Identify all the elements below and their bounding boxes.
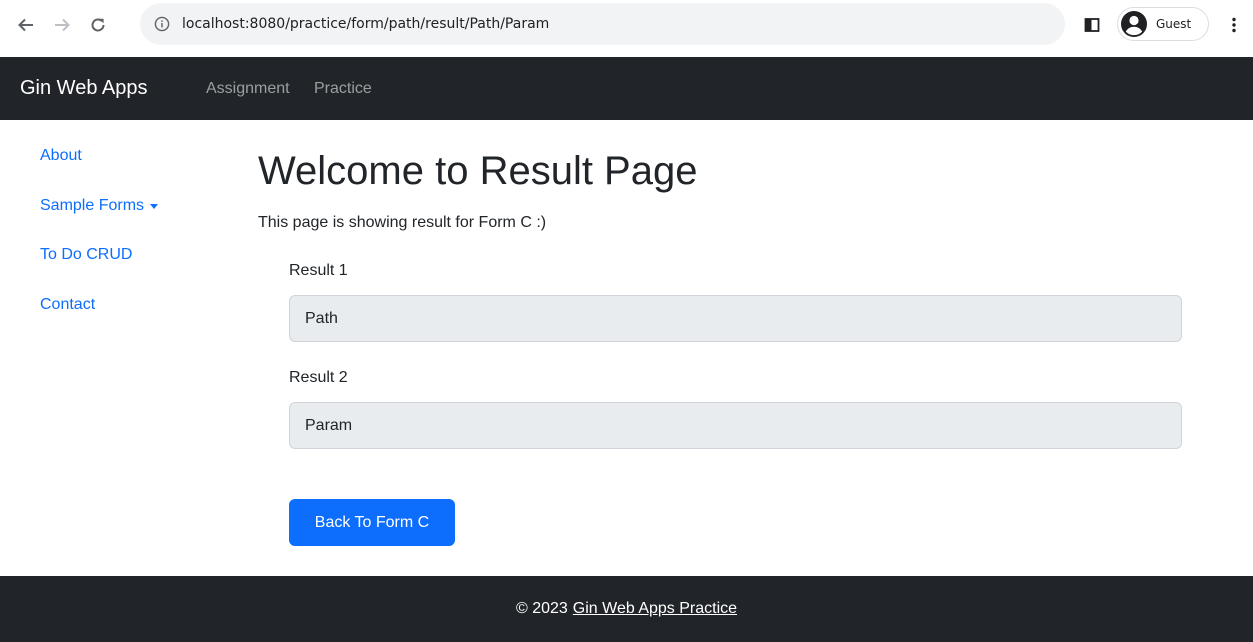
sidebar-item-label: To Do CRUD (40, 246, 133, 263)
footer-link[interactable]: Gin Web Apps Practice (573, 600, 737, 618)
back-arrow-icon[interactable] (14, 13, 38, 37)
result-1-field[interactable] (289, 295, 1182, 342)
avatar-icon (1120, 10, 1148, 38)
sidebar-item-about[interactable]: About (40, 144, 82, 168)
sidebar-item-sample-forms[interactable]: Sample Forms (40, 194, 159, 218)
navbar-brand[interactable]: Gin Web Apps (20, 57, 147, 120)
sidebar-item-label: Contact (40, 296, 96, 313)
profile-label: Guest (1156, 17, 1192, 31)
more-menu-icon[interactable] (1222, 13, 1246, 37)
sidebar-item-label: Sample Forms (40, 197, 145, 214)
result-1-label: Result 1 (289, 262, 348, 279)
nav-link-practice[interactable]: Practice (314, 57, 372, 120)
footer-copyright: © 2023 (515, 600, 568, 617)
nav-link-assignment[interactable]: Assignment (206, 57, 290, 120)
result-2-label: Result 2 (289, 369, 348, 386)
browser-toolbar: localhost:8080/practice/form/path/result… (0, 0, 1253, 50)
caret-down-icon (150, 203, 159, 209)
site-info-icon[interactable] (154, 16, 170, 32)
top-navbar: Gin Web Apps Assignment Practice (0, 57, 1253, 120)
footer: © 2023 Gin Web Apps Practice (0, 576, 1253, 642)
profile-button[interactable]: Guest (1117, 7, 1209, 41)
page-title: Welcome to Result Page (258, 149, 698, 193)
sidebar-item-contact[interactable]: Contact (40, 293, 95, 317)
forward-arrow-icon[interactable] (50, 13, 74, 37)
back-to-form-c-button[interactable]: Back To Form C (289, 499, 455, 546)
result-2-field[interactable] (289, 402, 1182, 449)
address-url[interactable]: localhost:8080/practice/form/path/result… (182, 3, 549, 45)
reload-icon[interactable] (86, 13, 110, 37)
address-bar[interactable]: localhost:8080/practice/form/path/result… (140, 3, 1065, 45)
side-panel-icon[interactable] (1080, 13, 1104, 37)
sidebar-item-to-do-crud[interactable]: To Do CRUD (40, 243, 132, 267)
sidebar-item-label: About (40, 147, 82, 164)
page-subtitle: This page is showing result for Form C :… (258, 214, 547, 231)
